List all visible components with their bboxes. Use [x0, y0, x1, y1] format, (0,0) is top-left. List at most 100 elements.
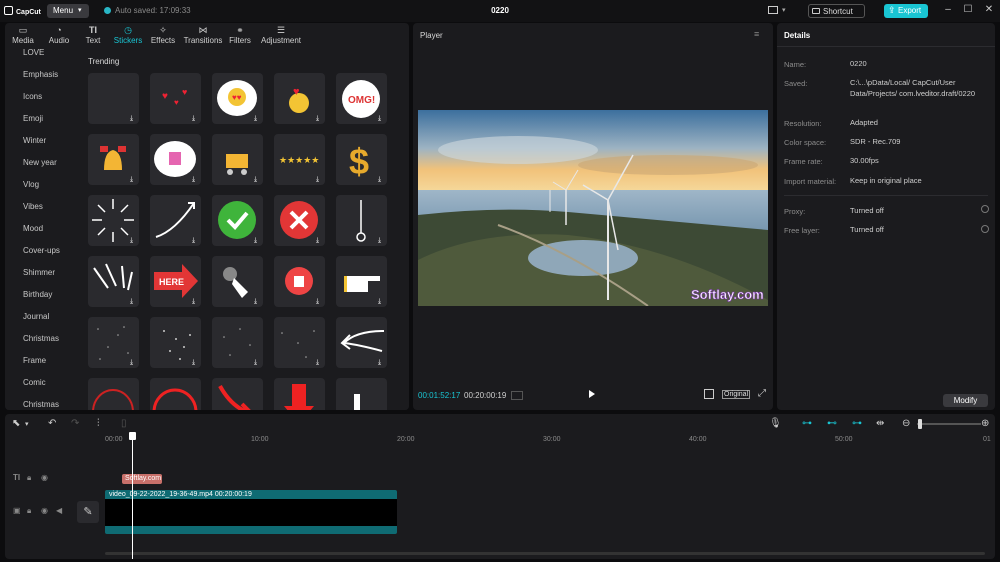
category-item[interactable]: Comic: [23, 378, 46, 387]
tab-filters[interactable]: ⚭ Filters: [227, 23, 253, 47]
sticker-red-scribble[interactable]: [150, 378, 201, 410]
link-icon[interactable]: ⊷: [827, 418, 837, 429]
zoom-slider[interactable]: [917, 419, 981, 429]
split-icon[interactable]: ⫶: [97, 418, 100, 429]
category-item[interactable]: Vlog: [23, 180, 39, 189]
chevron-down-icon[interactable]: ▾: [25, 420, 29, 428]
download-icon[interactable]: ⤓: [378, 298, 384, 305]
category-item[interactable]: Shimmer: [23, 268, 55, 277]
category-item[interactable]: Cover-ups: [23, 246, 60, 255]
download-icon[interactable]: ⤓: [254, 176, 260, 183]
sticker-here-arrow[interactable]: HERE ⤓: [150, 256, 201, 307]
sticker-tap-hand[interactable]: ⤓: [212, 256, 263, 307]
zoom-slider-handle[interactable]: [918, 419, 922, 429]
tab-stickers[interactable]: ◷ Stickers: [111, 23, 145, 47]
play-icon[interactable]: [589, 390, 595, 398]
sticker-glitter-dots[interactable]: ⤓: [274, 317, 325, 368]
category-item[interactable]: Christmas: [23, 334, 59, 343]
sticker-blank[interactable]: ⤓: [88, 73, 139, 124]
info-icon[interactable]: [981, 225, 989, 233]
modify-button[interactable]: Modify: [943, 394, 988, 407]
tab-transitions[interactable]: ⋈ Transitions: [182, 23, 224, 47]
chevron-down-icon[interactable]: ▾: [782, 6, 786, 14]
sticker-omg[interactable]: OMG! ⤓: [336, 73, 387, 124]
category-item[interactable]: Birthday: [23, 290, 52, 299]
lock-icon[interactable]: 🔒︎: [27, 473, 31, 483]
microphone-icon[interactable]: 🎙: [769, 418, 782, 429]
category-item[interactable]: LOVE: [23, 48, 44, 57]
category-item[interactable]: Frame: [23, 356, 46, 365]
download-icon[interactable]: ⤓: [378, 115, 384, 122]
download-icon[interactable]: ⤓: [316, 298, 322, 305]
sticker-pointer-line[interactable]: ⤓: [336, 195, 387, 246]
download-icon[interactable]: ⤓: [254, 298, 260, 305]
shortcut-button[interactable]: Shortcut: [808, 4, 865, 18]
category-item[interactable]: Winter: [23, 136, 46, 145]
download-icon[interactable]: ⤓: [130, 176, 136, 183]
sticker-cart[interactable]: ⤓: [212, 134, 263, 185]
download-icon[interactable]: ⤓: [192, 115, 198, 122]
playhead[interactable]: [132, 432, 133, 559]
timeline-grid-icon[interactable]: [511, 391, 523, 400]
video-preview[interactable]: Softlay.com: [418, 110, 768, 306]
minimize-icon[interactable]: –: [942, 4, 954, 16]
category-item[interactable]: Mood: [23, 224, 43, 233]
sticker-heart-hands[interactable]: ♥ ⤓: [274, 73, 325, 124]
sticker-hand-arrow[interactable]: ⤓: [336, 317, 387, 368]
download-icon[interactable]: ⤓: [254, 237, 260, 244]
download-icon[interactable]: ⤓: [130, 115, 136, 122]
tab-audio[interactable]: ◔ Audio: [45, 23, 73, 47]
sticker-heart-bubble[interactable]: ♥♥ ⤓: [212, 73, 263, 124]
lock-icon[interactable]: 🔒︎: [27, 506, 31, 516]
tab-effects[interactable]: ✧ Effects: [148, 23, 178, 47]
redo-icon[interactable]: ↷: [71, 418, 79, 429]
download-icon[interactable]: ⤓: [316, 176, 322, 183]
download-icon[interactable]: ⤓: [130, 298, 136, 305]
close-icon[interactable]: ✕: [983, 4, 995, 16]
tab-adjustment[interactable]: ☰ Adjustment: [259, 23, 303, 47]
sticker-burst-arrows[interactable]: ⤓: [88, 195, 139, 246]
sticker-thumbs-up[interactable]: ⤓: [274, 256, 325, 307]
category-item[interactable]: Vibes: [23, 202, 43, 211]
download-icon[interactable]: ⤓: [130, 359, 136, 366]
zoom-out-icon[interactable]: ⊖: [902, 418, 910, 429]
sticker-shopping-bubble[interactable]: ⤓: [150, 134, 201, 185]
preview-axis-icon[interactable]: ⊶: [852, 418, 862, 429]
download-icon[interactable]: ⤓: [316, 359, 322, 366]
download-icon[interactable]: ⤓: [192, 237, 198, 244]
original-ratio-button[interactable]: Original: [722, 390, 751, 399]
category-item[interactable]: Emphasis: [23, 70, 58, 79]
volume-icon[interactable]: ◀: [56, 506, 62, 515]
sticker-red-circle[interactable]: [88, 378, 139, 410]
layout-icon[interactable]: [768, 6, 778, 14]
sticker-red-down-arrow[interactable]: [274, 378, 325, 410]
eye-icon[interactable]: ◉: [41, 473, 48, 482]
magnet-icon[interactable]: ⊶: [802, 418, 812, 429]
download-icon[interactable]: ⤓: [192, 298, 198, 305]
sticker-stars[interactable]: ★★★★★ ⤓: [274, 134, 325, 185]
download-icon[interactable]: ⤓: [316, 115, 322, 122]
text-clip[interactable]: Softlay.com: [122, 474, 162, 484]
sticker-hearts[interactable]: ♥ ♥ ♥ ⤓: [150, 73, 201, 124]
sticker-pointing-hand[interactable]: ⤓: [336, 256, 387, 307]
category-item[interactable]: Icons: [23, 92, 42, 101]
sticker-bell[interactable]: ⤓: [88, 134, 139, 185]
download-icon[interactable]: ⤓: [316, 237, 322, 244]
sticker-confetti-dots[interactable]: ⤓: [150, 317, 201, 368]
align-icon[interactable]: ⇹: [876, 418, 884, 429]
download-icon[interactable]: ⤓: [192, 176, 198, 183]
download-icon[interactable]: ⤓: [378, 237, 384, 244]
tab-media[interactable]: ▭ Media: [9, 23, 37, 47]
sticker-star-dots[interactable]: ⤓: [212, 317, 263, 368]
category-item[interactable]: Emoji: [23, 114, 43, 123]
download-icon[interactable]: ⤓: [378, 176, 384, 183]
cover-edit-icon[interactable]: ✎: [77, 501, 99, 523]
sticker-dollar[interactable]: $ ⤓: [336, 134, 387, 185]
timeline-scrollbar[interactable]: [105, 552, 985, 555]
sticker-arrows-down[interactable]: ⤓: [88, 256, 139, 307]
sticker-click-hand[interactable]: [336, 378, 387, 410]
download-icon[interactable]: ⤓: [254, 359, 260, 366]
undo-icon[interactable]: ↶: [48, 418, 56, 429]
export-button[interactable]: ⇪ Export: [884, 4, 928, 18]
eye-icon[interactable]: ◉: [41, 506, 48, 515]
